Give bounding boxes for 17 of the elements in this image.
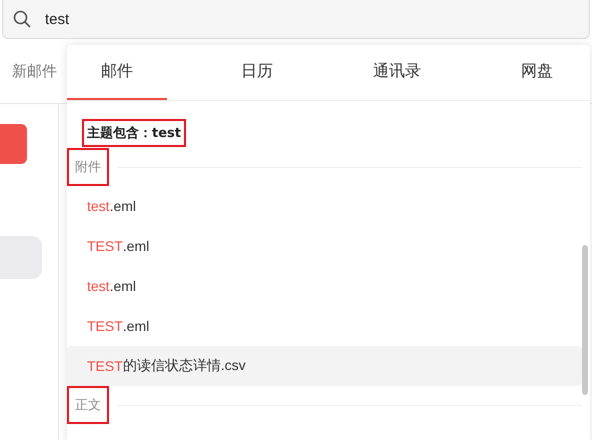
attachment-result[interactable]: TEST的读信状态详情.csv bbox=[67, 346, 582, 386]
category-tab[interactable]: 日历 bbox=[207, 45, 307, 100]
scrollbar[interactable] bbox=[582, 245, 588, 395]
attachment-result[interactable]: test.eml bbox=[67, 266, 590, 306]
section-title: 附件 bbox=[67, 148, 109, 186]
subject-filter[interactable]: 主题包含：test bbox=[82, 119, 186, 147]
compose-button[interactable] bbox=[0, 124, 27, 164]
search-icon bbox=[13, 10, 31, 28]
category-tab[interactable]: 通讯录 bbox=[347, 45, 447, 100]
section-title: 正文 bbox=[67, 386, 109, 424]
attachment-result[interactable]: test.eml bbox=[67, 186, 590, 226]
category-tab[interactable]: 邮件 bbox=[67, 45, 167, 100]
category-tab[interactable]: 网盘 bbox=[487, 45, 587, 100]
search-field[interactable]: test bbox=[2, 0, 590, 39]
attachment-result[interactable]: TEST.eml bbox=[67, 226, 590, 266]
new-mail-tab[interactable]: 新邮件 bbox=[12, 62, 57, 80]
attachment-result[interactable]: TEST.eml bbox=[67, 306, 590, 346]
